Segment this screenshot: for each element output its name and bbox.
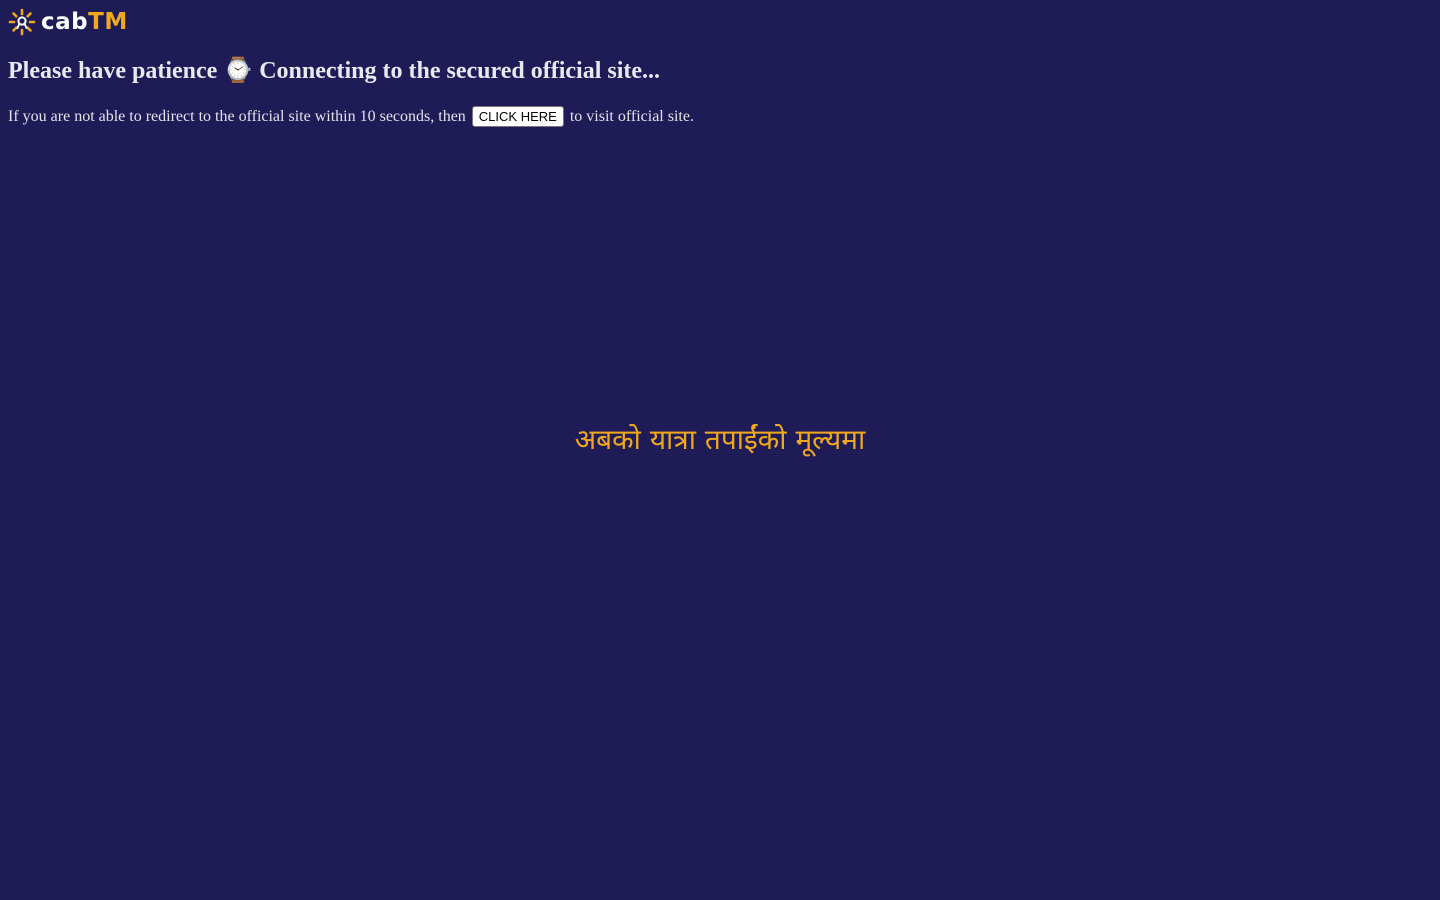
redirect-message: If you are not able to redirect to the o… [8, 106, 694, 128]
tagline: अबको यात्रा तपाईंको मूल्यमा [574, 423, 866, 456]
brand-name-primary: cab [41, 9, 89, 35]
brand-name-accent: TM [88, 9, 128, 35]
watch-icon: ⌚ [223, 56, 254, 84]
heading-text-after: Connecting to the secured official site.… [259, 58, 661, 84]
redirect-suffix: to visit official site. [569, 108, 694, 125]
click-here-button[interactable]: CLICK HERE [471, 106, 564, 127]
brand-wordmark: cabTM [41, 8, 128, 36]
page-heading: Please have patience ⌚ Connecting to the… [8, 56, 660, 85]
brand-logo: cabTM [8, 7, 128, 37]
sun-logo-icon [8, 8, 36, 36]
heading-text-before: Please have patience [8, 58, 218, 84]
redirect-prefix: If you are not able to redirect to the o… [8, 108, 466, 125]
